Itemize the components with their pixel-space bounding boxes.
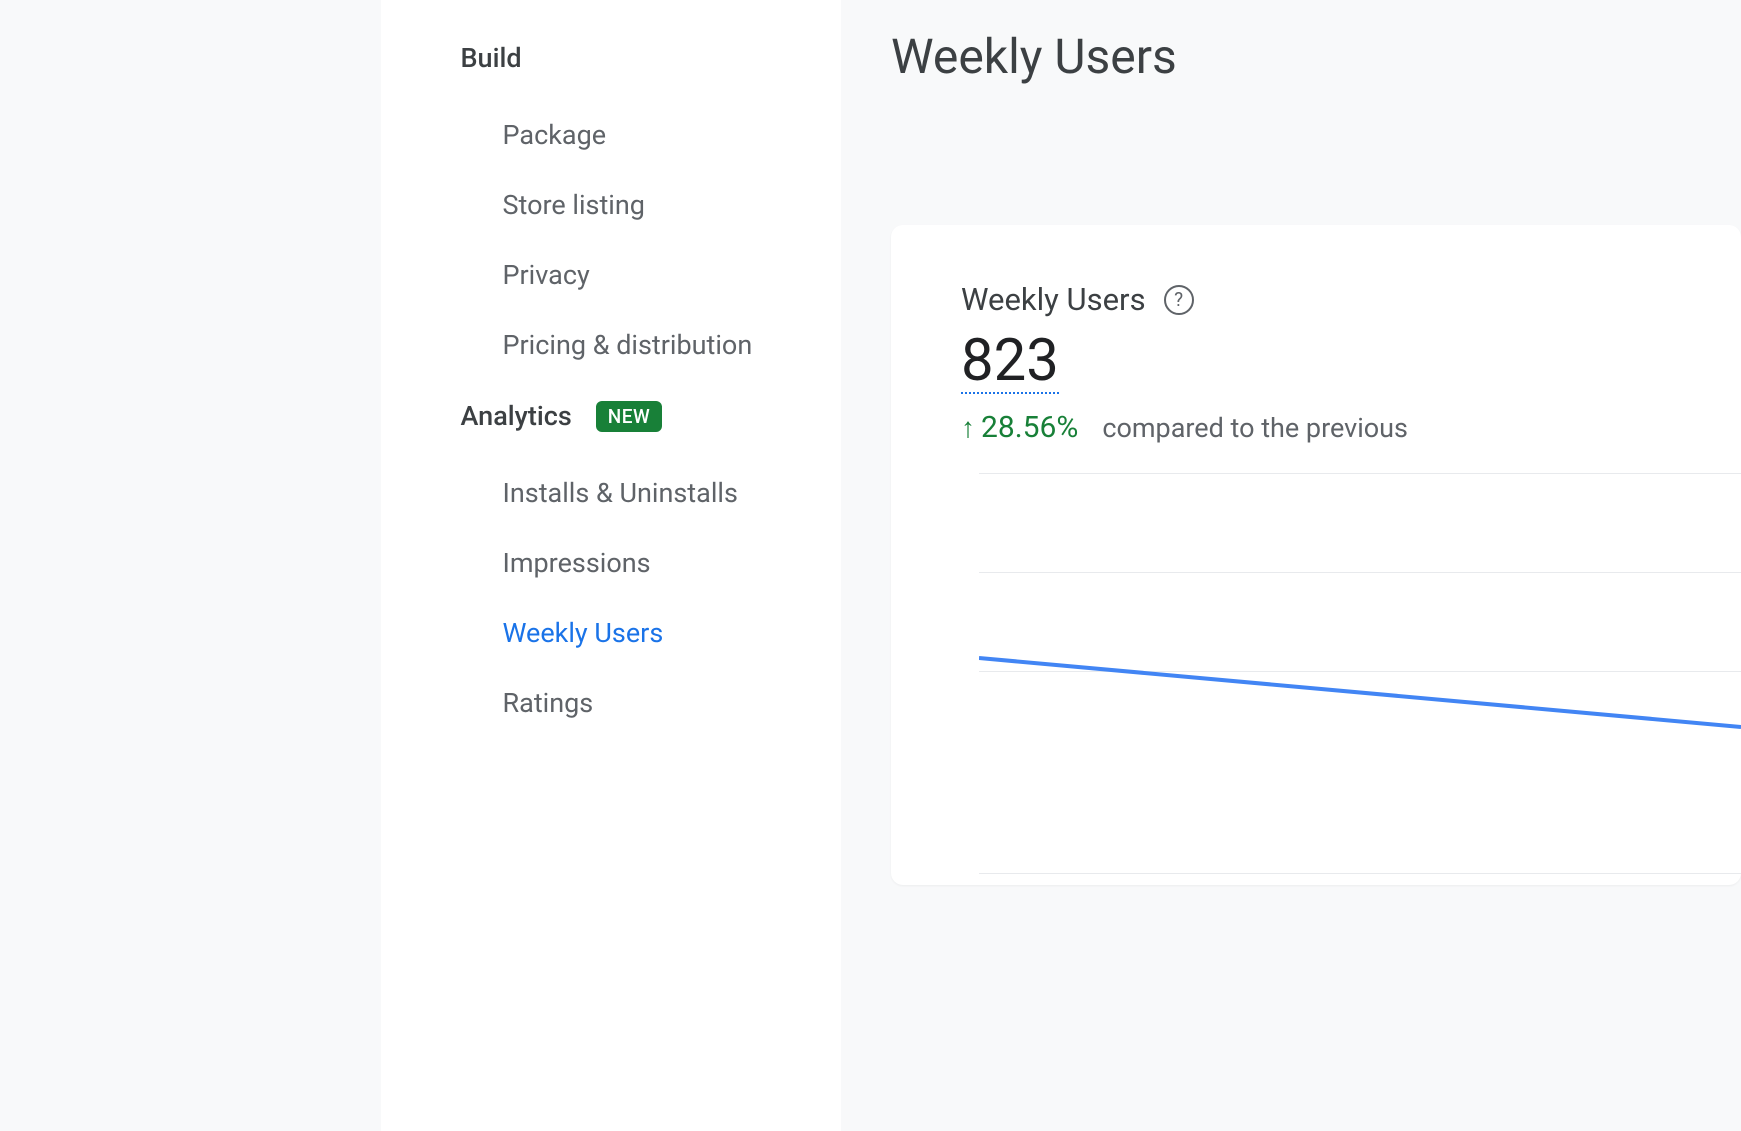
sidebar-item-label: Ratings <box>503 687 594 719</box>
sidebar-item-label: Installs & Uninstalls <box>503 477 738 509</box>
section-header-build: Build <box>461 42 842 74</box>
help-icon[interactable]: ? <box>1164 285 1194 315</box>
left-spacer <box>0 0 381 1131</box>
sidebar-item-label: Impressions <box>503 547 651 579</box>
page-title: Weekly Users <box>891 28 1741 85</box>
change-indicator: ↑ 28.56% <box>961 410 1078 445</box>
card-title: Weekly Users <box>961 281 1146 318</box>
chart-area <box>979 473 1741 885</box>
sidebar-item-installs-uninstalls[interactable]: Installs & Uninstalls <box>461 458 842 528</box>
compared-text: compared to the previous <box>1102 412 1408 444</box>
sidebar-item-label: Weekly Users <box>503 617 664 649</box>
line-chart <box>979 473 1741 885</box>
new-badge: NEW <box>596 401 662 432</box>
metric-card: Weekly Users ? 823 ↑ 28.56% compared to … <box>891 225 1741 885</box>
sidebar-item-weekly-users[interactable]: Weekly Users <box>461 598 842 668</box>
sidebar-item-store-listing[interactable]: Store listing <box>461 170 842 240</box>
sidebar-item-label: Store listing <box>503 189 645 221</box>
section-header-build-label: Build <box>461 42 522 74</box>
sidebar-item-label: Privacy <box>503 259 590 291</box>
change-row: ↑ 28.56% compared to the previous <box>961 410 1741 445</box>
arrow-up-icon: ↑ <box>961 411 975 444</box>
sidebar-item-impressions[interactable]: Impressions <box>461 528 842 598</box>
section-header-analytics: Analytics NEW <box>461 400 842 432</box>
sidebar-item-ratings[interactable]: Ratings <box>461 668 842 738</box>
chart-series-line <box>979 658 1741 727</box>
sidebar-item-label: Pricing & distribution <box>503 329 753 361</box>
sidebar-item-privacy[interactable]: Privacy <box>461 240 842 310</box>
sidebar-item-label: Package <box>503 119 607 151</box>
sidebar-item-pricing-distribution[interactable]: Pricing & distribution <box>461 310 842 380</box>
section-header-analytics-label: Analytics <box>461 400 572 432</box>
card-header: Weekly Users ? <box>961 281 1741 318</box>
content-area: Weekly Users Weekly Users ? 823 ↑ 28.56%… <box>841 0 1741 1131</box>
sidebar: Build Package Store listing Privacy Pric… <box>381 0 842 1131</box>
sidebar-item-package[interactable]: Package <box>461 100 842 170</box>
change-percent: 28.56% <box>981 410 1078 445</box>
metric-value: 823 <box>961 332 1059 394</box>
